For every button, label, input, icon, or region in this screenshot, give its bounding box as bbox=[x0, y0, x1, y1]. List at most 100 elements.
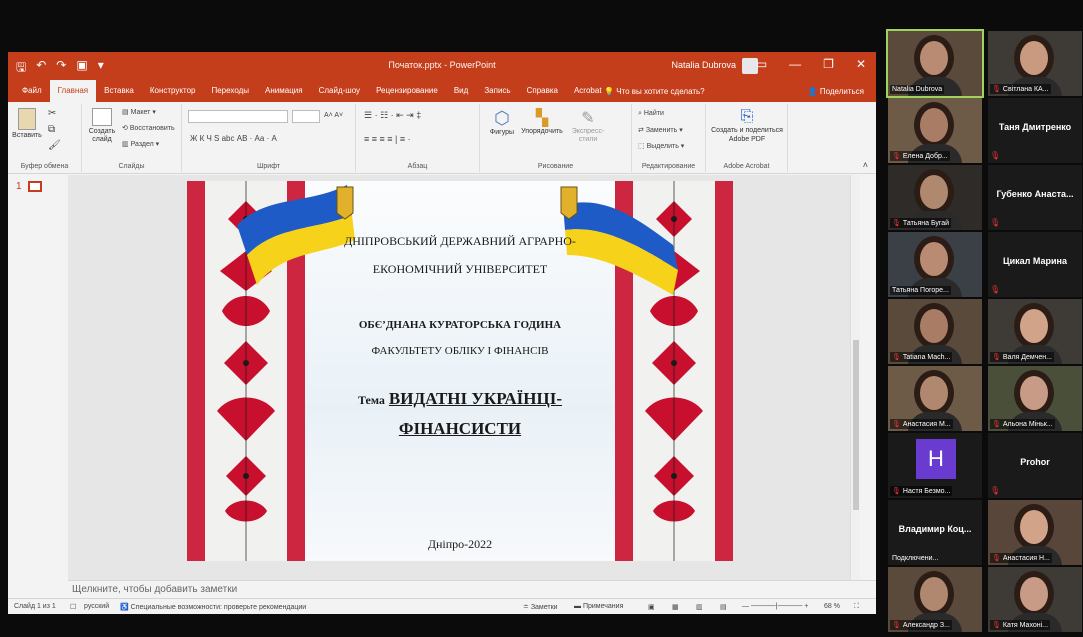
ribbon-tabs: Файл Главная Вставка Конструктор Переходы Ани… bbox=[8, 80, 876, 102]
reset-button[interactable]: ⟲ Восстановить bbox=[122, 124, 175, 132]
participant-tile[interactable]: 🎙 Татьяна Бугай bbox=[888, 165, 982, 230]
slide-sorter-icon[interactable]: ▦ bbox=[672, 603, 679, 611]
participant-name: 🎙 Татьяна Бугай bbox=[890, 218, 952, 228]
font-name-combo[interactable] bbox=[188, 110, 288, 123]
slide-topic-label: Тема bbox=[357, 393, 385, 407]
ribbon-tab[interactable]: Справка bbox=[519, 80, 566, 102]
cut-icon[interactable]: ✂ bbox=[48, 108, 56, 119]
comments-toggle[interactable]: ▬ Примечания bbox=[574, 603, 623, 610]
account-name[interactable]: Natalia Dubrova bbox=[671, 60, 736, 70]
scrollbar-thumb[interactable] bbox=[853, 340, 859, 510]
zoom-slider[interactable]: — ─────|───── + bbox=[742, 603, 808, 610]
participant-tile[interactable]: Татьяна Погоре... bbox=[888, 232, 982, 297]
participant-tile[interactable]: Prohor 🎙 bbox=[988, 433, 1082, 498]
language-indicator[interactable]: русский bbox=[84, 603, 109, 610]
participant-tile[interactable]: 🎙 Катя Махоні... bbox=[988, 567, 1082, 632]
fit-to-window-icon[interactable]: ⛶ bbox=[854, 603, 859, 611]
participant-face bbox=[1020, 309, 1048, 343]
new-slide-button[interactable]: Создать слайд bbox=[86, 108, 118, 144]
font-format-buttons[interactable]: Ж К Ч S abc АВ · Аа · А bbox=[190, 134, 277, 143]
participant-name: 🎙 Анастасия Н... bbox=[990, 553, 1052, 563]
ribbon-tab[interactable]: Конструктор bbox=[142, 80, 204, 102]
tell-me-search[interactable]: 💡 Что вы хотите сделать? bbox=[604, 87, 705, 96]
close-icon[interactable]: ✕ bbox=[856, 57, 866, 71]
participant-name: Татьяна Погоре... bbox=[890, 286, 951, 295]
participant-tile[interactable]: Natalia Dubrova bbox=[886, 29, 984, 98]
shapes-button[interactable]: ⬡ Фигуры bbox=[484, 108, 520, 136]
participant-tile[interactable]: H 🎙 Настя Безмо... bbox=[888, 433, 982, 498]
ribbon-tab[interactable]: Запись bbox=[476, 80, 518, 102]
editing-group: ⌕ Найти ⇄ Заменить ▾ ⬚ Выделить ▾ Редакт… bbox=[632, 104, 706, 172]
accessibility-icon: ♿ bbox=[120, 604, 131, 611]
find-button[interactable]: ⌕ Найти bbox=[638, 110, 664, 118]
vertical-scrollbar[interactable] bbox=[850, 175, 860, 580]
mic-muted-icon: 🎙 bbox=[992, 86, 1001, 93]
zoom-level[interactable]: 68 % bbox=[824, 603, 840, 610]
participant-face bbox=[920, 175, 948, 209]
participant-tile[interactable]: Владимир Коц... Подключени... bbox=[888, 500, 982, 565]
paste-button[interactable]: Вставить bbox=[12, 108, 42, 139]
participant-tile[interactable]: Таня Дмитренко 🎙 bbox=[988, 98, 1082, 163]
quick-styles-button[interactable]: ✎ Экспресс-стили bbox=[568, 108, 608, 144]
participant-tile[interactable]: 🎙 Анастасия Н... bbox=[988, 500, 1082, 565]
participant-tile[interactable]: 🎙 Анастасия М... bbox=[888, 366, 982, 431]
maximize-icon[interactable]: ❐ bbox=[823, 57, 834, 71]
notes-placeholder: Щелкните, чтобы добавить заметки bbox=[72, 584, 238, 595]
slide-canvas[interactable]: ДНІПРОВСЬКИЙ ДЕРЖАВНИЙ АГРАРНО- ЕКОНОМІЧ… bbox=[187, 181, 733, 561]
ribbon-tab[interactable]: Вставка bbox=[96, 80, 142, 102]
create-share-pdf-button[interactable]: ⎘ Создать и поделиться Adobe PDF bbox=[710, 108, 784, 144]
grow-font-icon[interactable]: A˄ A˅ bbox=[324, 112, 343, 119]
slide-counter: Слайд 1 из 1 bbox=[14, 603, 56, 610]
arrange-button[interactable]: ▚ Упорядочить bbox=[520, 108, 564, 135]
ribbon-tab[interactable]: Слайд-шоу bbox=[311, 80, 368, 102]
participant-tile[interactable]: 🎙 Світлана КА... bbox=[988, 31, 1082, 96]
shapes-icon: ⬡ bbox=[494, 108, 510, 128]
ribbon-tab[interactable]: Файл bbox=[14, 80, 50, 102]
notes-toggle[interactable]: ≐ Заметки bbox=[523, 603, 558, 611]
participant-tile[interactable]: Цикал Марина 🎙 bbox=[988, 232, 1082, 297]
participant-tile[interactable]: 🎙 Елена Добр... bbox=[888, 98, 982, 163]
quick-styles-icon: ✎ bbox=[581, 110, 595, 127]
ribbon-tab[interactable]: Переходы bbox=[203, 80, 257, 102]
window-controls: ▭ — ❐ ✕ bbox=[756, 57, 866, 71]
spellcheck-icon[interactable]: ☐ bbox=[70, 603, 76, 611]
section-button[interactable]: ▥ Раздел ▾ bbox=[122, 140, 159, 148]
clipboard-icon bbox=[18, 108, 36, 130]
new-slide-label: Создать слайд bbox=[88, 128, 116, 143]
tell-me-text: Что вы хотите сделать? bbox=[616, 87, 705, 96]
layout-button[interactable]: ▤ Макет ▾ bbox=[122, 108, 156, 116]
select-button[interactable]: ⬚ Выделить ▾ bbox=[638, 142, 684, 150]
list-buttons[interactable]: ☰ · ☷ · ⇤ ⇥ ‡ bbox=[364, 110, 421, 121]
share-button[interactable]: 👤 Поделиться bbox=[808, 87, 864, 96]
reading-view-icon[interactable]: ▥ bbox=[696, 603, 703, 611]
slide-thumbnail[interactable] bbox=[28, 181, 42, 192]
accessibility-status[interactable]: ♿ Специальные возможности: проверьте рек… bbox=[120, 603, 306, 611]
minimize-icon[interactable]: — bbox=[789, 57, 801, 71]
participant-tile[interactable]: 🎙 Александр З... bbox=[888, 567, 982, 632]
participant-face bbox=[1020, 41, 1048, 75]
ribbon-tab[interactable]: Вид bbox=[446, 80, 476, 102]
ribbon-display-icon[interactable]: ▭ bbox=[756, 57, 767, 71]
ribbon-tab[interactable]: Рецензирование bbox=[368, 80, 446, 102]
font-size-combo[interactable] bbox=[292, 110, 320, 123]
participant-tile[interactable]: 🎙 Валя Демчен... bbox=[988, 299, 1082, 364]
format-painter-icon[interactable]: 🖌 bbox=[48, 140, 61, 151]
slides-group: Создать слайд ▤ Макет ▾ ⟲ Восстановить ▥… bbox=[82, 104, 182, 172]
slideshow-icon[interactable]: ▤ bbox=[720, 603, 727, 611]
ribbon-tab[interactable]: Acrobat bbox=[566, 80, 610, 102]
copy-icon[interactable]: ⧉ bbox=[48, 124, 55, 135]
normal-view-icon[interactable]: ▣ bbox=[648, 603, 655, 611]
ribbon-tab[interactable]: Анимация bbox=[257, 80, 311, 102]
participant-face bbox=[920, 242, 948, 276]
arrange-label: Упорядочить bbox=[521, 128, 563, 135]
mic-muted-icon: 🎙 bbox=[892, 421, 901, 428]
participant-tile[interactable]: 🎙 Альона Міньк... bbox=[988, 366, 1082, 431]
replace-button[interactable]: ⇄ Заменить ▾ bbox=[638, 126, 683, 134]
collapse-ribbon-icon[interactable]: ˄ bbox=[863, 160, 868, 170]
replace-label: Заменить bbox=[645, 127, 678, 134]
notes-pane[interactable]: Щелкните, чтобы добавить заметки bbox=[68, 580, 876, 598]
align-buttons[interactable]: ≡ ≡ ≡ ≡ | ≡ · bbox=[364, 134, 411, 144]
participant-tile[interactable]: Губенко Анаста... 🎙 bbox=[988, 165, 1082, 230]
ribbon-tab[interactable]: Главная bbox=[49, 80, 97, 102]
participant-tile[interactable]: 🎙 Tatiana Mach... bbox=[888, 299, 982, 364]
